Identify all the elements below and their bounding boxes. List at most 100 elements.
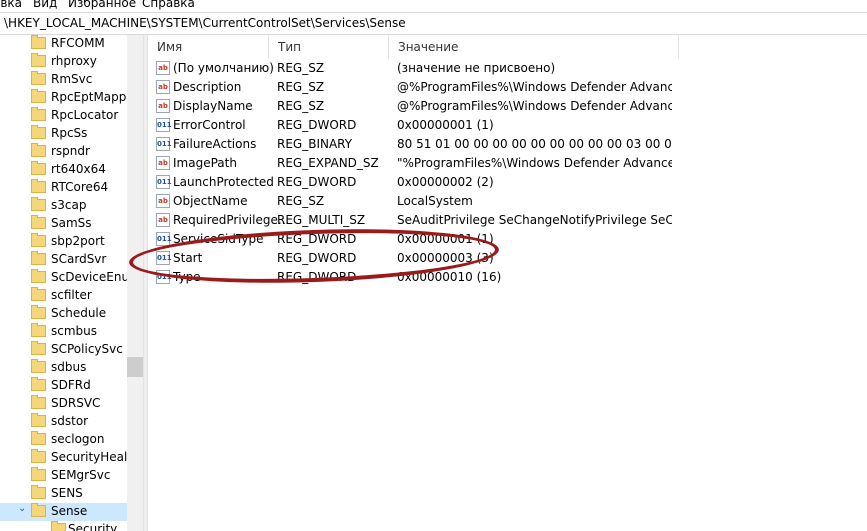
tree-item-label: SCPolicySvc (51, 342, 123, 356)
binary-value-icon: 011 (156, 175, 172, 189)
folder-icon (31, 287, 46, 301)
tree-item-security[interactable]: Security (0, 521, 127, 531)
tree-item-scmbus[interactable]: scmbus (0, 323, 127, 341)
menu-item-edit[interactable]: авка (0, 0, 22, 10)
menu-item-view[interactable]: Вид (33, 0, 57, 10)
folder-icon (31, 143, 46, 157)
value-data: "%ProgramFiles%\Windows Defender Advance… (397, 156, 672, 170)
tree-item-securityhealth[interactable]: SecurityHealth (0, 449, 140, 467)
tree-item-sdbus[interactable]: sdbus (0, 359, 127, 377)
tree-item-label: Schedule (51, 306, 107, 320)
value-data: LocalSystem (397, 194, 473, 208)
menu-item-help[interactable]: Справка (142, 0, 195, 10)
tree-item-label: SENS (51, 486, 83, 500)
tree-item-scfilter[interactable]: scfilter (0, 287, 127, 305)
column-header-type[interactable]: Тип (269, 35, 389, 59)
value-type: REG_DWORD (277, 118, 357, 132)
tree-item-label: SamSs (51, 216, 92, 230)
column-header-data[interactable]: Значение (389, 35, 679, 59)
tree-item-sdrsvc[interactable]: SDRSVC (0, 395, 127, 413)
value-data: 0x00000001 (1) (397, 118, 494, 132)
tree-item-rspndr[interactable]: rspndr (0, 143, 127, 161)
folder-icon (31, 179, 46, 193)
folder-icon (31, 125, 46, 139)
tree-item-label: rt640x64 (51, 162, 106, 176)
registry-tree: RFCOMM rhproxy RmSvc RpcEptMappe RpcLoca… (0, 35, 143, 531)
chevron-down-icon[interactable]: ⌄ (18, 503, 26, 514)
folder-icon (31, 53, 46, 67)
binary-value-icon: 011 (156, 137, 172, 151)
value-type: REG_MULTI_SZ (277, 213, 366, 227)
folder-icon (31, 323, 46, 337)
tree-item-rpceptmapper[interactable]: RpcEptMappe (0, 89, 134, 107)
tree-item-rhproxy[interactable]: rhproxy (0, 53, 127, 71)
column-header-label: Имя (157, 40, 183, 54)
tree-item-label: RmSvc (51, 72, 93, 86)
folder-icon (31, 161, 46, 175)
value-type: REG_SZ (277, 194, 325, 208)
string-value-icon: ab (156, 99, 170, 113)
value-type: REG_EXPAND_SZ (277, 156, 379, 170)
tree-item-rpclocator[interactable]: RpcLocator (0, 107, 127, 125)
table-row[interactable]: 011 LaunchProtected REG_DWORD 0x00000002 (2… (148, 173, 867, 192)
column-header-name[interactable]: Имя (148, 35, 269, 59)
value-name: ObjectName (173, 194, 248, 208)
address-bar[interactable]: \HKEY_LOCAL_MACHINE\SYSTEM\CurrentContro… (0, 12, 867, 35)
tree-item-label: SDFRd (51, 378, 91, 392)
tree-item-scardsvr[interactable]: SCardSvr (0, 251, 127, 269)
folder-icon (31, 89, 46, 103)
tree-scrollbar[interactable] (127, 35, 143, 531)
tree-item-samss[interactable]: SamSs (0, 215, 127, 233)
tree-item-schedule[interactable]: Schedule (0, 305, 127, 323)
value-name: LaunchProtected (173, 175, 274, 189)
table-row[interactable]: ab (По умолчанию) REG_SZ (значение не присв… (148, 59, 867, 78)
tree-item-rt640x64[interactable]: rt640x64 (0, 161, 127, 179)
table-row[interactable]: ab RequiredPrivilege... REG_MULTI_SZ SeAudi… (148, 211, 867, 230)
tree-item-sdfrd[interactable]: SDFRd (0, 377, 127, 395)
tree-item-rmsvc[interactable]: RmSvc (0, 71, 127, 89)
table-row[interactable]: ab ObjectName REG_SZ LocalSystem (148, 192, 867, 211)
folder-icon (31, 107, 46, 121)
tree-item-label: rhproxy (51, 54, 97, 68)
tree-item-sbp2port[interactable]: sbp2port (0, 233, 127, 251)
tree-item-label: Security (68, 522, 118, 531)
tree-item-scpolicysvc[interactable]: SCPolicySvc (0, 341, 127, 359)
tree-item-s3cap[interactable]: s3cap (0, 197, 127, 215)
tree-item-sense[interactable]: ⌄ Sense (0, 503, 127, 521)
folder-icon (31, 215, 46, 229)
folder-icon (31, 305, 46, 319)
scrollbar-thumb[interactable] (127, 357, 143, 377)
tree-item-rpcss[interactable]: RpcSs (0, 125, 127, 143)
table-row[interactable]: ab ImagePath REG_EXPAND_SZ "%ProgramFiles%\… (148, 154, 867, 173)
folder-icon (31, 413, 46, 427)
table-row[interactable]: 011 FailureActions REG_BINARY 80 51 01 00 0… (148, 135, 867, 154)
tree-item-sens[interactable]: SENS (0, 485, 127, 503)
table-row[interactable]: ab DisplayName REG_SZ @%ProgramFiles%\Windo… (148, 97, 867, 116)
tree-item-label: RFCOMM (51, 36, 105, 50)
folder-icon (31, 71, 46, 85)
tree-item-rtcore64[interactable]: RTCore64 (0, 179, 127, 197)
folder-icon (31, 395, 46, 409)
tree-item-label: sbp2port (51, 234, 105, 248)
table-row[interactable]: ab Description REG_SZ @%ProgramFiles%\Windo… (148, 78, 867, 97)
folder-icon (31, 341, 46, 355)
menu-item-favorites[interactable]: Избранное (68, 0, 136, 10)
value-data: 0x00000002 (2) (397, 175, 494, 189)
string-value-icon: ab (156, 80, 170, 94)
tree-item-semgrsvc[interactable]: SEMgrSvc (0, 467, 127, 485)
tree-item-rfcomm[interactable]: RFCOMM (0, 35, 127, 53)
folder-icon (31, 467, 46, 481)
folder-icon (31, 377, 46, 391)
tree-item-label: RTCore64 (51, 180, 109, 194)
value-name: ImagePath (173, 156, 237, 170)
value-data: @%ProgramFiles%\Windows Defender Advance… (397, 80, 672, 94)
table-row[interactable]: 011 ErrorControl REG_DWORD 0x00000001 (1) (148, 116, 867, 135)
folder-icon (31, 35, 46, 49)
address-path[interactable]: \HKEY_LOCAL_MACHINE\SYSTEM\CurrentContro… (4, 16, 406, 30)
tree-item-label: SCardSvr (51, 252, 107, 266)
tree-item-seclogon[interactable]: seclogon (0, 431, 127, 449)
column-header-label: Значение (398, 40, 459, 54)
tree-item-sdstor[interactable]: sdstor (0, 413, 127, 431)
tree-item-scdeviceenum[interactable]: ScDeviceEnum (0, 269, 141, 287)
folder-icon (31, 431, 46, 445)
